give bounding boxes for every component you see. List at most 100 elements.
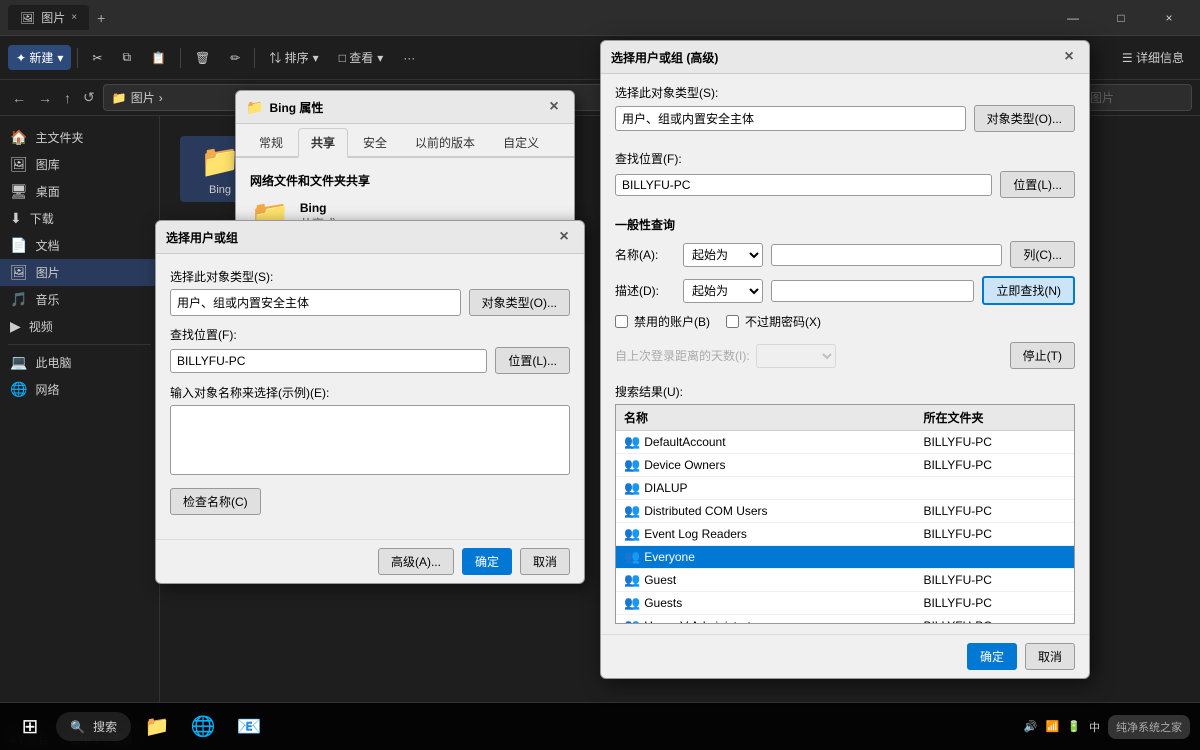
adv-dialog-titlebar: 选择用户或组 (高级) × (601, 41, 1089, 74)
adv-name-input[interactable] (771, 244, 1002, 266)
adv-stop-btn[interactable]: 停止(T) (1010, 342, 1075, 369)
result-row[interactable]: 👥Distributed COM UsersBILLYFU-PC (616, 500, 1074, 523)
taskbar-search[interactable]: 🔍 搜索 (56, 712, 131, 741)
sidebar-item-gallery[interactable]: 🖼 图库 (0, 151, 159, 178)
adv-object-type-btn[interactable]: 对象类型(O)... (974, 105, 1075, 132)
maximize-btn[interactable]: □ (1098, 4, 1144, 32)
sort-button[interactable]: ⇅ 排序 ▾ (261, 45, 326, 70)
start-button[interactable]: ⊞ (10, 707, 50, 747)
result-name: 👥Distributed COM Users (616, 500, 915, 523)
adv-checkboxes: 禁用的账户(B) 不过期密码(X) (615, 313, 1075, 336)
result-row[interactable]: 👥DIALUP (616, 477, 1074, 500)
battery-icon[interactable]: 🔋 (1067, 720, 1081, 733)
result-name: 👥Device Owners (616, 454, 915, 477)
sidebar-item-home[interactable]: 🏠 主文件夹 (0, 124, 159, 151)
adv-object-type-section: 选择此对象类型(S): 用户、组或内置安全主体 对象类型(O)... (601, 74, 1089, 150)
tab-label: 图片 (41, 9, 65, 26)
new-button[interactable]: ✦ 新建 ▾ (8, 45, 71, 70)
sidebar-item-desktop[interactable]: 🖥 桌面 (0, 178, 159, 205)
result-row[interactable]: 👥GuestBILLYFU-PC (616, 569, 1074, 592)
object-type-row: 用户、组或内置安全主体 对象类型(O)... (170, 289, 570, 316)
check-names-btn[interactable]: 检查名称(C) (170, 488, 261, 515)
adv-dialog-close-btn[interactable]: × (1059, 47, 1079, 67)
location-value: BILLYFU-PC (170, 349, 487, 373)
result-row[interactable]: 👥GuestsBILLYFU-PC (616, 592, 1074, 615)
result-name: 👥DIALUP (616, 477, 915, 500)
result-row-icon: 👥 (624, 618, 640, 624)
sidebar-label-thispc: 此电脑 (35, 354, 71, 371)
details-button[interactable]: ☰ 详细信息 (1114, 45, 1192, 70)
tab-security[interactable]: 安全 (350, 128, 400, 156)
find-now-btn[interactable]: 立即查找(N) (982, 276, 1075, 305)
sidebar-label-documents: 文档 (35, 237, 59, 254)
up-btn[interactable]: ↑ (60, 86, 75, 110)
bing-props-icon: 📁 (246, 99, 263, 116)
cut-button[interactable]: ✂ (84, 47, 110, 69)
toolbar-sep-3 (254, 48, 255, 68)
adv-location-btn[interactable]: 位置(L)... (1000, 171, 1075, 198)
tab-pictures[interactable]: 🖼 图片 × (8, 5, 89, 30)
disabled-accounts-row: 禁用的账户(B) (615, 313, 710, 330)
rename-button[interactable]: ✏ (222, 47, 248, 69)
network-indicator-icon[interactable]: 📶 (1046, 720, 1060, 733)
disabled-accounts-checkbox[interactable] (615, 315, 628, 328)
minimize-btn[interactable]: — (1050, 4, 1096, 32)
object-name-input[interactable] (170, 405, 570, 475)
result-location: BILLYFU-PC (915, 431, 1074, 454)
no-expire-checkbox[interactable] (726, 315, 739, 328)
sidebar-item-documents[interactable]: 📄 文档 (0, 232, 159, 259)
tab-custom[interactable]: 自定义 (490, 128, 552, 156)
sidebar-item-downloads[interactable]: ⬇ 下载 (0, 205, 159, 232)
adv-cancel-btn[interactable]: 取消 (1025, 643, 1075, 670)
delete-button[interactable]: 🗑 (187, 47, 218, 69)
paste-button[interactable]: 📋 (143, 47, 174, 69)
result-row[interactable]: 👥DefaultAccountBILLYFU-PC (616, 431, 1074, 454)
copy-button[interactable]: ⧉ (114, 46, 139, 69)
object-type-btn[interactable]: 对象类型(O)... (469, 289, 570, 316)
taskbar-search-icon: 🔍 (70, 720, 85, 734)
sidebar-item-videos[interactable]: ▶ 视频 (0, 313, 159, 340)
adv-desc-input[interactable] (771, 280, 974, 302)
select-user-ok-btn[interactable]: 确定 (462, 548, 512, 575)
taskbar-edge-icon[interactable]: 🌐 (183, 707, 223, 747)
view-button[interactable]: □ 查看 ▾ (331, 45, 392, 70)
adv-columns-btn[interactable]: 列(C)... (1010, 241, 1075, 268)
refresh-btn[interactable]: ↺ (79, 85, 99, 110)
volume-icon[interactable]: 🔊 (1024, 720, 1038, 733)
results-table-container[interactable]: 名称 所在文件夹 👥DefaultAccountBILLYFU-PC👥Devic… (615, 404, 1075, 624)
result-name: 👥Guest (616, 569, 915, 592)
sidebar-item-music[interactable]: 🎵 音乐 (0, 286, 159, 313)
tab-previous[interactable]: 以前的版本 (402, 128, 488, 156)
tab-general[interactable]: 常规 (246, 128, 296, 156)
location-btn[interactable]: 位置(L)... (495, 347, 570, 374)
more-button[interactable]: ··· (395, 47, 423, 69)
bing-props-close-btn[interactable]: × (544, 97, 564, 117)
result-row[interactable]: 👥Event Log ReadersBILLYFU-PC (616, 523, 1074, 546)
result-row[interactable]: 👥Everyone (616, 546, 1074, 569)
result-row-icon: 👥 (624, 549, 640, 564)
result-row-icon: 👥 (624, 457, 640, 472)
forward-btn[interactable]: → (34, 86, 56, 110)
sidebar-item-thispc[interactable]: 💻 此电脑 (0, 349, 159, 376)
sidebar-item-network[interactable]: 🌐 网络 (0, 376, 159, 403)
back-btn[interactable]: ← (8, 86, 30, 110)
adv-days-select[interactable] (756, 344, 836, 368)
result-row[interactable]: 👥Hyper-V AdministratorsBILLYFU-PC (616, 615, 1074, 625)
close-btn[interactable]: × (1146, 4, 1192, 32)
tab-close-btn[interactable]: × (71, 12, 77, 23)
tab-sharing[interactable]: 共享 (298, 128, 348, 158)
sidebar-item-pictures[interactable]: 🖼 图片 (0, 259, 159, 286)
adv-desc-prefix-select[interactable]: 起始为 (683, 279, 763, 303)
home-icon: 🏠 (10, 129, 27, 146)
adv-name-prefix-select[interactable]: 起始为 (683, 243, 763, 267)
adv-ok-btn[interactable]: 确定 (967, 643, 1017, 670)
select-user-cancel-btn[interactable]: 取消 (520, 548, 570, 575)
taskbar-mail-icon[interactable]: 📧 (229, 707, 269, 747)
language-indicator[interactable]: 中 (1089, 719, 1100, 735)
new-tab-btn[interactable]: + (89, 6, 113, 30)
result-row[interactable]: 👥Device OwnersBILLYFU-PC (616, 454, 1074, 477)
taskbar-explorer-icon[interactable]: 📁 (137, 707, 177, 747)
advanced-btn[interactable]: 高级(A)... (378, 548, 454, 575)
paste-icon: 📋 (151, 51, 166, 65)
select-user-close-btn[interactable]: × (554, 227, 574, 247)
